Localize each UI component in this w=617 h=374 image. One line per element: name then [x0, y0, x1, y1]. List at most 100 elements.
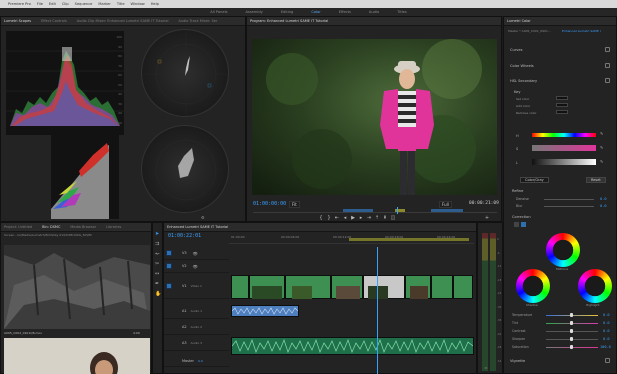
track-v1-name[interactable]: V1	[182, 284, 187, 288]
tint-value[interactable]: 0.0	[603, 321, 610, 325]
timeline-clip[interactable]	[285, 275, 331, 299]
clip-name[interactable]: A005_C002_0101Q8.mov	[4, 331, 42, 335]
program-zoom-select[interactable]: Fit	[289, 201, 300, 208]
saturation-knob[interactable]	[570, 345, 573, 349]
track-a3-name[interactable]: A3	[182, 341, 187, 345]
menu-clip[interactable]: Clip	[62, 2, 69, 6]
sharpen-value[interactable]: 0.0	[603, 337, 610, 341]
timeline-clip[interactable]	[431, 275, 453, 299]
lightness-range-slider[interactable]	[532, 159, 596, 165]
workspace-all-panels[interactable]: All Panels	[210, 10, 227, 14]
tab-audio-clip-mixer[interactable]: Audio Clip Mixer: Enhanced Lumetri SAME …	[77, 19, 169, 23]
correction-header[interactable]: Correction	[512, 215, 531, 219]
lift-icon[interactable]: ⇡	[373, 214, 381, 221]
denoise-value[interactable]: 0.0	[600, 197, 607, 201]
key-remove-color[interactable]: Remove color	[516, 111, 537, 115]
workspace-titles[interactable]: Titles	[397, 10, 407, 14]
menu-file[interactable]: File	[37, 2, 43, 6]
hue-pencil-icon[interactable]: ✎	[600, 131, 603, 136]
work-area-bar[interactable]	[349, 238, 469, 241]
extract-icon[interactable]: ⇞	[381, 214, 389, 221]
v1-source-toggle[interactable]	[166, 282, 172, 289]
wheel-mode-icon[interactable]	[514, 222, 519, 227]
hand-tool-icon[interactable]: ✋	[155, 291, 161, 297]
tab-sequence[interactable]: Enhanced Lumetri SAME IT Tutorial	[167, 225, 228, 229]
step-back-icon[interactable]: ◂	[341, 214, 349, 221]
v2-eye-icon[interactable]: 👁	[193, 264, 198, 269]
section-vignette[interactable]: Vignette	[510, 359, 525, 363]
workspace-effects[interactable]: Effects	[339, 10, 351, 14]
program-resolution-select[interactable]: Full	[439, 201, 452, 208]
section-hsl-secondary[interactable]: HSL Secondary	[510, 79, 537, 83]
audio-clip[interactable]	[231, 305, 299, 317]
timeline-clip[interactable]	[249, 275, 285, 299]
track-v2-name[interactable]: V2	[182, 264, 187, 268]
tab-lumetri-color[interactable]: Lumetri Color	[507, 19, 531, 23]
add-button-icon[interactable]: +	[483, 214, 491, 221]
pen-tool-icon[interactable]: ✒	[155, 281, 159, 287]
tab-audio-track-mixer[interactable]: Audio Track Mixer: Ser	[178, 19, 217, 23]
ripple-edit-tool-icon[interactable]: ⟛	[155, 251, 160, 257]
contrast-knob[interactable]	[570, 329, 573, 333]
workspace-assembly[interactable]: Assembly	[245, 10, 262, 14]
tab-effect-controls[interactable]: Effect Controls	[41, 19, 67, 23]
tab-bin-dsmc[interactable]: Bin: DSMC	[42, 225, 60, 229]
program-mini-ruler[interactable]	[253, 207, 497, 214]
hue-range-slider[interactable]	[532, 133, 596, 137]
export-frame-icon[interactable]: ◫	[389, 214, 397, 221]
timeline-playhead-icon[interactable]	[377, 247, 378, 374]
program-marker-1[interactable]	[343, 209, 373, 212]
razor-tool-icon[interactable]: ✂	[155, 261, 159, 267]
v3-eye-icon[interactable]: 👁	[193, 251, 198, 256]
highlight-wheel[interactable]	[578, 269, 612, 303]
workspace-audio[interactable]: Audio	[369, 10, 379, 14]
selection-tool-icon[interactable]: ➤	[155, 231, 159, 237]
reset-button[interactable]: Reset	[586, 177, 606, 183]
tab-libraries[interactable]: Libraries	[106, 225, 121, 229]
vignette-check-icon[interactable]	[605, 358, 610, 363]
timeline-clip[interactable]	[331, 275, 363, 299]
menu-title[interactable]: Title	[117, 2, 125, 6]
menu-sequence[interactable]: Sequence	[75, 2, 93, 6]
tab-project[interactable]: Project: Untitled	[4, 225, 32, 229]
mark-in-icon[interactable]: {	[317, 214, 325, 221]
music-clip[interactable]	[231, 337, 474, 355]
sharpen-knob[interactable]	[570, 337, 573, 341]
timeline-clip[interactable]	[453, 275, 473, 299]
eyedropper-add-icon[interactable]	[556, 103, 568, 107]
menu-edit[interactable]: Edit	[49, 2, 56, 6]
program-marker-3[interactable]	[431, 209, 463, 212]
track-a2-name[interactable]: A2	[182, 325, 187, 329]
temperature-knob[interactable]	[570, 313, 573, 317]
play-icon[interactable]: ▶	[349, 214, 357, 221]
midtone-wheel[interactable]	[546, 233, 580, 267]
workspace-color[interactable]: Color	[311, 10, 320, 14]
menu-window[interactable]: Window	[131, 2, 145, 6]
color-gray-select[interactable]: Color/Gray	[520, 177, 549, 183]
v2-source-toggle[interactable]	[166, 263, 172, 269]
slip-tool-icon[interactable]: ↔	[155, 271, 159, 277]
program-playhead-icon[interactable]	[397, 207, 398, 214]
section-curves[interactable]: Curves	[510, 48, 522, 52]
temperature-value[interactable]: 0.0	[603, 313, 610, 317]
step-forward-icon[interactable]: ▸	[357, 214, 365, 221]
go-to-in-icon[interactable]: ⇤	[333, 214, 341, 221]
eyedropper-remove-icon[interactable]	[556, 110, 568, 114]
lumetri-sequence-label[interactable]: Enhanced Lumetri SAME I	[562, 29, 601, 33]
saturation-pencil-icon[interactable]: ✎	[600, 145, 603, 150]
section-color-wheels[interactable]: Color Wheels	[510, 64, 534, 68]
program-timecode-current[interactable]: 01:00:00:00	[253, 201, 286, 207]
blur-value[interactable]: 0.0	[600, 204, 607, 208]
tint-knob[interactable]	[570, 321, 573, 325]
three-way-mode-icon[interactable]	[521, 222, 526, 227]
tab-media-browser[interactable]: Media Browser	[70, 225, 96, 229]
track-select-tool-icon[interactable]: ⇉	[155, 241, 159, 247]
tab-program[interactable]: Program: Enhanced Lumetri SAME IT Tutori…	[250, 19, 328, 23]
hsl-check-icon[interactable]	[605, 78, 610, 83]
track-master-level[interactable]: 0.0	[198, 359, 203, 363]
bin-clip-thumbnail[interactable]	[4, 245, 150, 329]
workspace-editing[interactable]: Editing	[281, 10, 294, 14]
denoise-slider[interactable]	[544, 199, 594, 200]
lightness-pencil-icon[interactable]: ✎	[600, 159, 603, 164]
app-menu[interactable]: Premiere Pro	[8, 2, 31, 6]
